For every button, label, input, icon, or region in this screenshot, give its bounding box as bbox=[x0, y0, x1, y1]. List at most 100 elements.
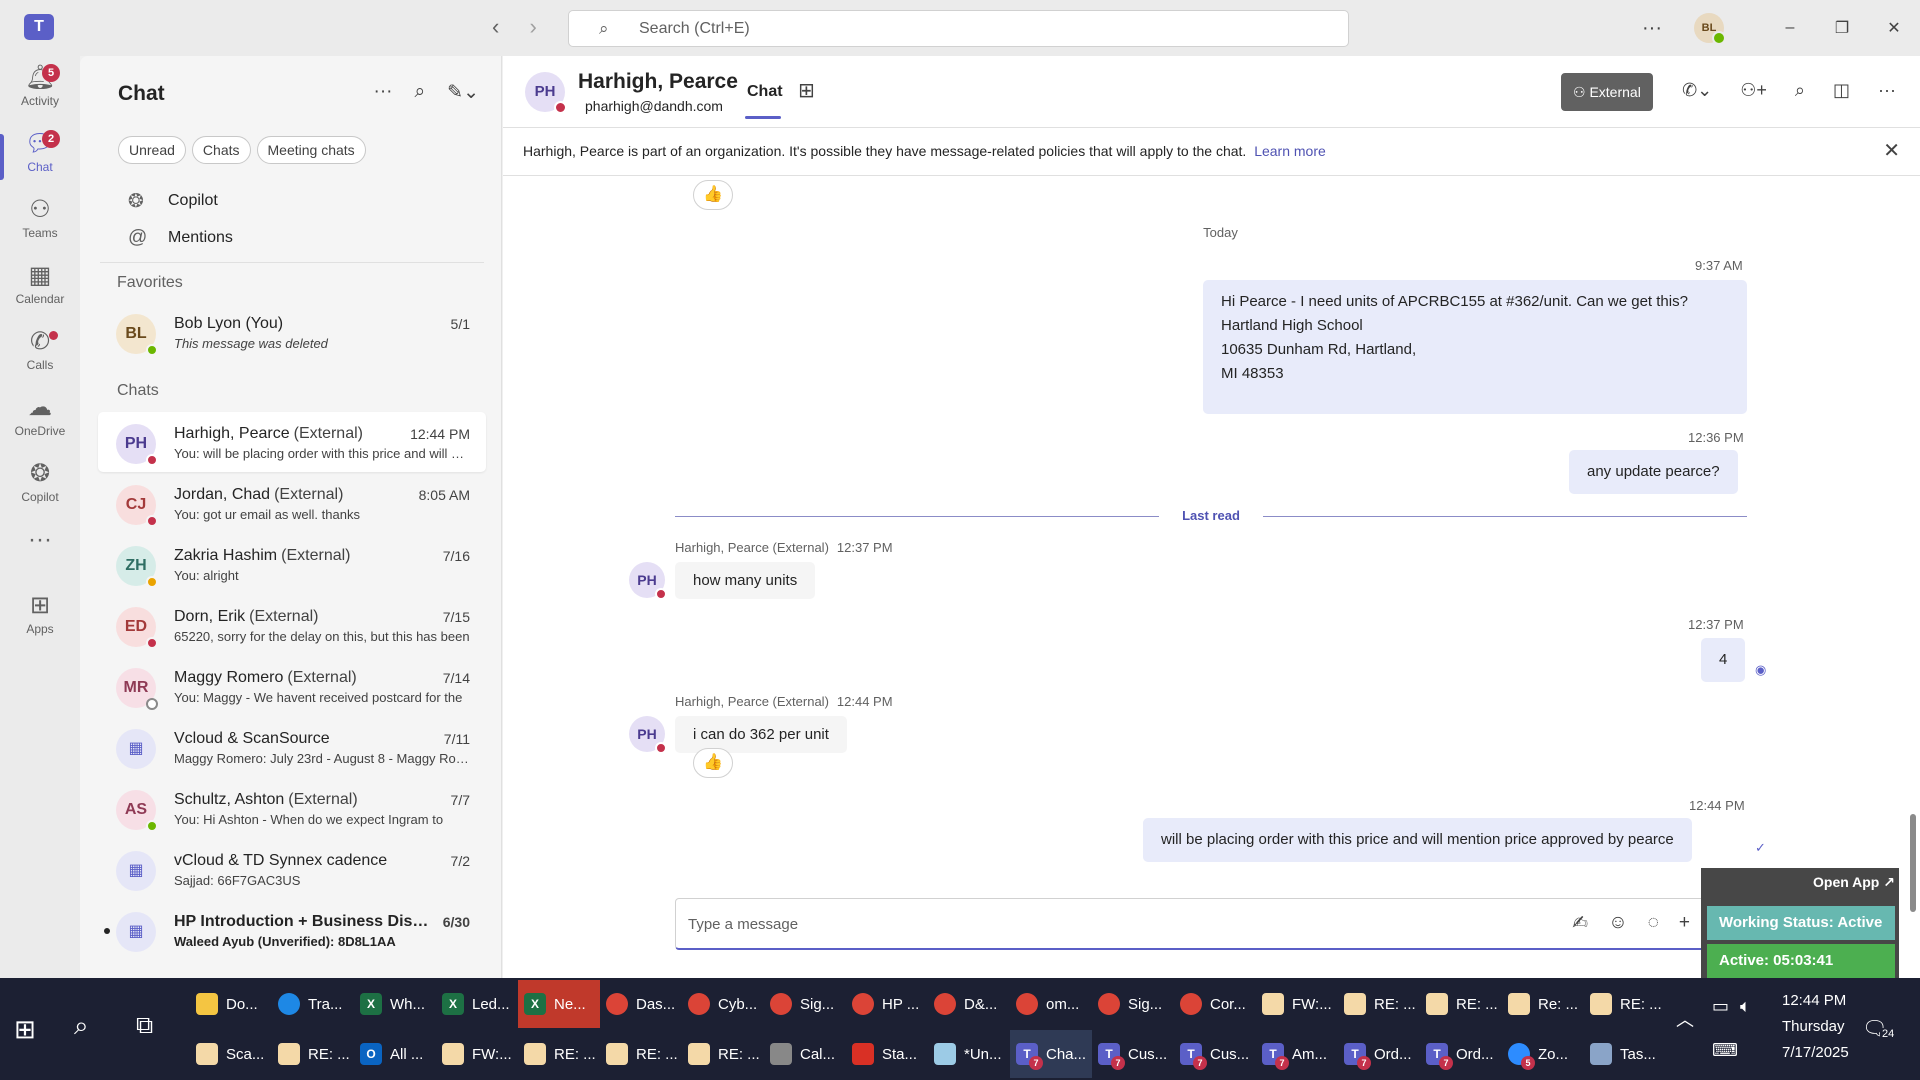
taskbar-item[interactable]: RE: ... bbox=[600, 1030, 682, 1078]
taskbar-item[interactable]: D&... bbox=[928, 980, 1010, 1028]
more-options-icon[interactable]: ··· bbox=[374, 81, 393, 104]
rail-onedrive[interactable]: ☁︎ OneDrive bbox=[0, 392, 80, 456]
taskbar-item[interactable]: Sta... bbox=[846, 1030, 928, 1078]
close-window-icon[interactable]: ✕ bbox=[1868, 18, 1920, 38]
add-people-icon[interactable]: ⚇+ bbox=[1740, 80, 1767, 101]
new-chat-icon[interactable]: ✎⌄ bbox=[447, 81, 479, 104]
message-received[interactable]: i can do 362 per unit bbox=[675, 716, 847, 753]
tab-chat[interactable]: Chat bbox=[745, 83, 783, 119]
reaction-like[interactable]: 👍 bbox=[693, 180, 733, 210]
message-sent[interactable]: will be placing order with this price an… bbox=[1143, 818, 1692, 862]
call-icon[interactable]: ✆⌄ bbox=[1682, 80, 1712, 101]
external-button[interactable]: ⚇ External bbox=[1561, 73, 1653, 111]
taskbar-item[interactable]: T 7 Ord... bbox=[1338, 1030, 1420, 1078]
taskbar-item-active[interactable]: X Ne... bbox=[518, 980, 600, 1028]
taskbar-item[interactable]: T 7 Am... bbox=[1256, 1030, 1338, 1078]
more-options-icon[interactable]: ··· bbox=[1642, 17, 1662, 40]
message-sent[interactable]: 4 bbox=[1701, 638, 1746, 682]
chat-item[interactable]: ED Dorn, Erik (External) 65220, sorry for… bbox=[98, 595, 486, 655]
favorites-heading[interactable]: Favorites bbox=[117, 274, 183, 292]
maximize-icon[interactable]: ❐ bbox=[1816, 18, 1868, 38]
taskbar-item[interactable]: RE: ... bbox=[272, 1030, 354, 1078]
chat-item[interactable]: ZH Zakria Hashim (External) You: alright … bbox=[98, 534, 486, 594]
task-view-icon[interactable]: ⧉ bbox=[136, 1012, 153, 1040]
message-sent[interactable]: Hi Pearce - I need units of APCRBC155 at… bbox=[1203, 280, 1747, 414]
filter-meeting-chats[interactable]: Meeting chats bbox=[256, 136, 366, 164]
taskbar-item[interactable]: T 7 Ord... bbox=[1420, 1030, 1502, 1078]
volume-icon[interactable]: 🔈︎ bbox=[1740, 996, 1751, 1017]
chat-item[interactable]: ▦ vCloud & TD Synnex cadence Sajjad: 66F… bbox=[98, 839, 486, 899]
rail-calls[interactable]: ✆ Calls bbox=[0, 326, 80, 390]
rail-calendar[interactable]: ▦ Calendar bbox=[0, 260, 80, 324]
minimize-icon[interactable]: – bbox=[1764, 19, 1816, 37]
message-sent[interactable]: any update pearce? bbox=[1569, 450, 1738, 494]
open-app-link[interactable]: Open App ↗ bbox=[1813, 874, 1895, 891]
back-arrow-icon[interactable]: ‹ bbox=[492, 14, 499, 39]
message-input[interactable] bbox=[688, 911, 1488, 937]
rail-apps[interactable]: ⊞ Apps bbox=[0, 590, 80, 654]
chat-item-favorite[interactable]: BL Bob Lyon (You) This message was delet… bbox=[98, 302, 486, 362]
rail-more[interactable]: ··· bbox=[0, 524, 80, 560]
taskbar-item[interactable]: X Wh... bbox=[354, 980, 436, 1028]
taskbar-item[interactable]: T 7 Cus... bbox=[1092, 1030, 1174, 1078]
scrollbar[interactable] bbox=[1906, 176, 1920, 966]
close-banner-icon[interactable]: ✕ bbox=[1883, 128, 1900, 174]
chat-item[interactable]: PH Harhigh, Pearce (External) You: will b… bbox=[98, 412, 486, 472]
rail-activity[interactable]: 🔔︎ 5 Activity bbox=[0, 62, 80, 126]
taskbar-item[interactable]: HP ... bbox=[846, 980, 928, 1028]
scrollbar-thumb[interactable] bbox=[1910, 814, 1916, 912]
contact-name[interactable]: Harhigh, Pearce bbox=[578, 70, 738, 94]
reaction-like[interactable]: 👍 bbox=[693, 748, 733, 778]
taskbar-item[interactable]: RE: ... bbox=[1338, 980, 1420, 1028]
notifications-icon[interactable]: 🗨︎ 24 bbox=[1862, 1016, 1897, 1041]
taskbar-item[interactable]: 5 Zo... bbox=[1502, 1030, 1584, 1078]
chevron-up-icon[interactable]: ︿ bbox=[1676, 1006, 1694, 1032]
taskbar-item[interactable]: FW:... bbox=[436, 1030, 518, 1078]
chat-item[interactable]: MR Maggy Romero (External) You: Maggy - W… bbox=[98, 656, 486, 716]
taskbar-item[interactable]: om... bbox=[1010, 980, 1092, 1028]
taskbar-item[interactable]: Sca... bbox=[190, 1030, 272, 1078]
taskbar-item[interactable]: RE: ... bbox=[518, 1030, 600, 1078]
network-icon[interactable]: ⌨ bbox=[1712, 1040, 1738, 1061]
taskbar-item[interactable]: RE: ... bbox=[1420, 980, 1502, 1028]
chat-item[interactable]: AS Schultz, Ashton (External) You: Hi Ash… bbox=[98, 778, 486, 838]
taskbar-item[interactable]: Cal... bbox=[764, 1030, 846, 1078]
message-received[interactable]: how many units bbox=[675, 562, 816, 599]
taskbar-item[interactable]: Do... bbox=[190, 980, 272, 1028]
search-icon[interactable]: ⌕ bbox=[74, 1010, 89, 1042]
sender-avatar[interactable]: PH bbox=[629, 562, 667, 600]
nav-mentions[interactable]: @ Mentions bbox=[128, 223, 233, 253]
filter-unread[interactable]: Unread bbox=[118, 136, 186, 164]
windows-start-icon[interactable]: ⊞ bbox=[14, 1014, 36, 1045]
rail-chat[interactable]: 💬︎ 2 Chat bbox=[0, 128, 80, 192]
learn-more-link[interactable]: Learn more bbox=[1254, 143, 1326, 159]
more-options-icon[interactable]: ··· bbox=[1878, 80, 1896, 101]
taskbar-item[interactable]: Das... bbox=[600, 980, 682, 1028]
contact-avatar[interactable]: PH bbox=[525, 72, 567, 114]
taskbar-item[interactable]: Re: ... bbox=[1502, 980, 1584, 1028]
rail-copilot[interactable]: ❂ Copilot bbox=[0, 458, 80, 522]
loop-icon[interactable]: ◌ bbox=[1648, 912, 1659, 935]
sender-avatar[interactable]: PH bbox=[629, 716, 667, 754]
add-tab-icon[interactable]: ⊞ bbox=[798, 78, 815, 103]
chat-item-unread[interactable]: ▦ HP Introduction + Business Discussion … bbox=[98, 900, 486, 960]
attach-plus-icon[interactable]: + bbox=[1679, 912, 1690, 935]
emoji-icon[interactable]: ☺ bbox=[1608, 912, 1627, 935]
rail-teams[interactable]: ⚇ Teams bbox=[0, 194, 80, 258]
taskbar-item[interactable]: Sig... bbox=[764, 980, 846, 1028]
filter-chats[interactable]: Chats bbox=[191, 136, 251, 164]
chat-item[interactable]: CJ Jordan, Chad (External) You: got ur em… bbox=[98, 473, 486, 533]
taskbar-item[interactable]: FW:... bbox=[1256, 980, 1338, 1028]
taskbar-item[interactable]: Cyb... bbox=[682, 980, 764, 1028]
nav-copilot[interactable]: ❂ Copilot bbox=[128, 186, 218, 216]
taskbar-item[interactable]: RE: ... bbox=[1584, 980, 1666, 1028]
forward-arrow-icon[interactable]: › bbox=[529, 14, 536, 39]
search-icon[interactable]: ⌕ bbox=[415, 81, 426, 104]
taskbar-item[interactable]: O All ... bbox=[354, 1030, 436, 1078]
taskbar-item[interactable]: Cor... bbox=[1174, 980, 1256, 1028]
taskbar-item[interactable]: RE: ... bbox=[682, 1030, 764, 1078]
taskbar-item[interactable]: *Un... bbox=[928, 1030, 1010, 1078]
search-box[interactable]: ⌕ Search (Ctrl+E) bbox=[568, 10, 1349, 47]
chats-heading[interactable]: Chats bbox=[117, 382, 159, 400]
taskbar-item[interactable]: Sig... bbox=[1092, 980, 1174, 1028]
